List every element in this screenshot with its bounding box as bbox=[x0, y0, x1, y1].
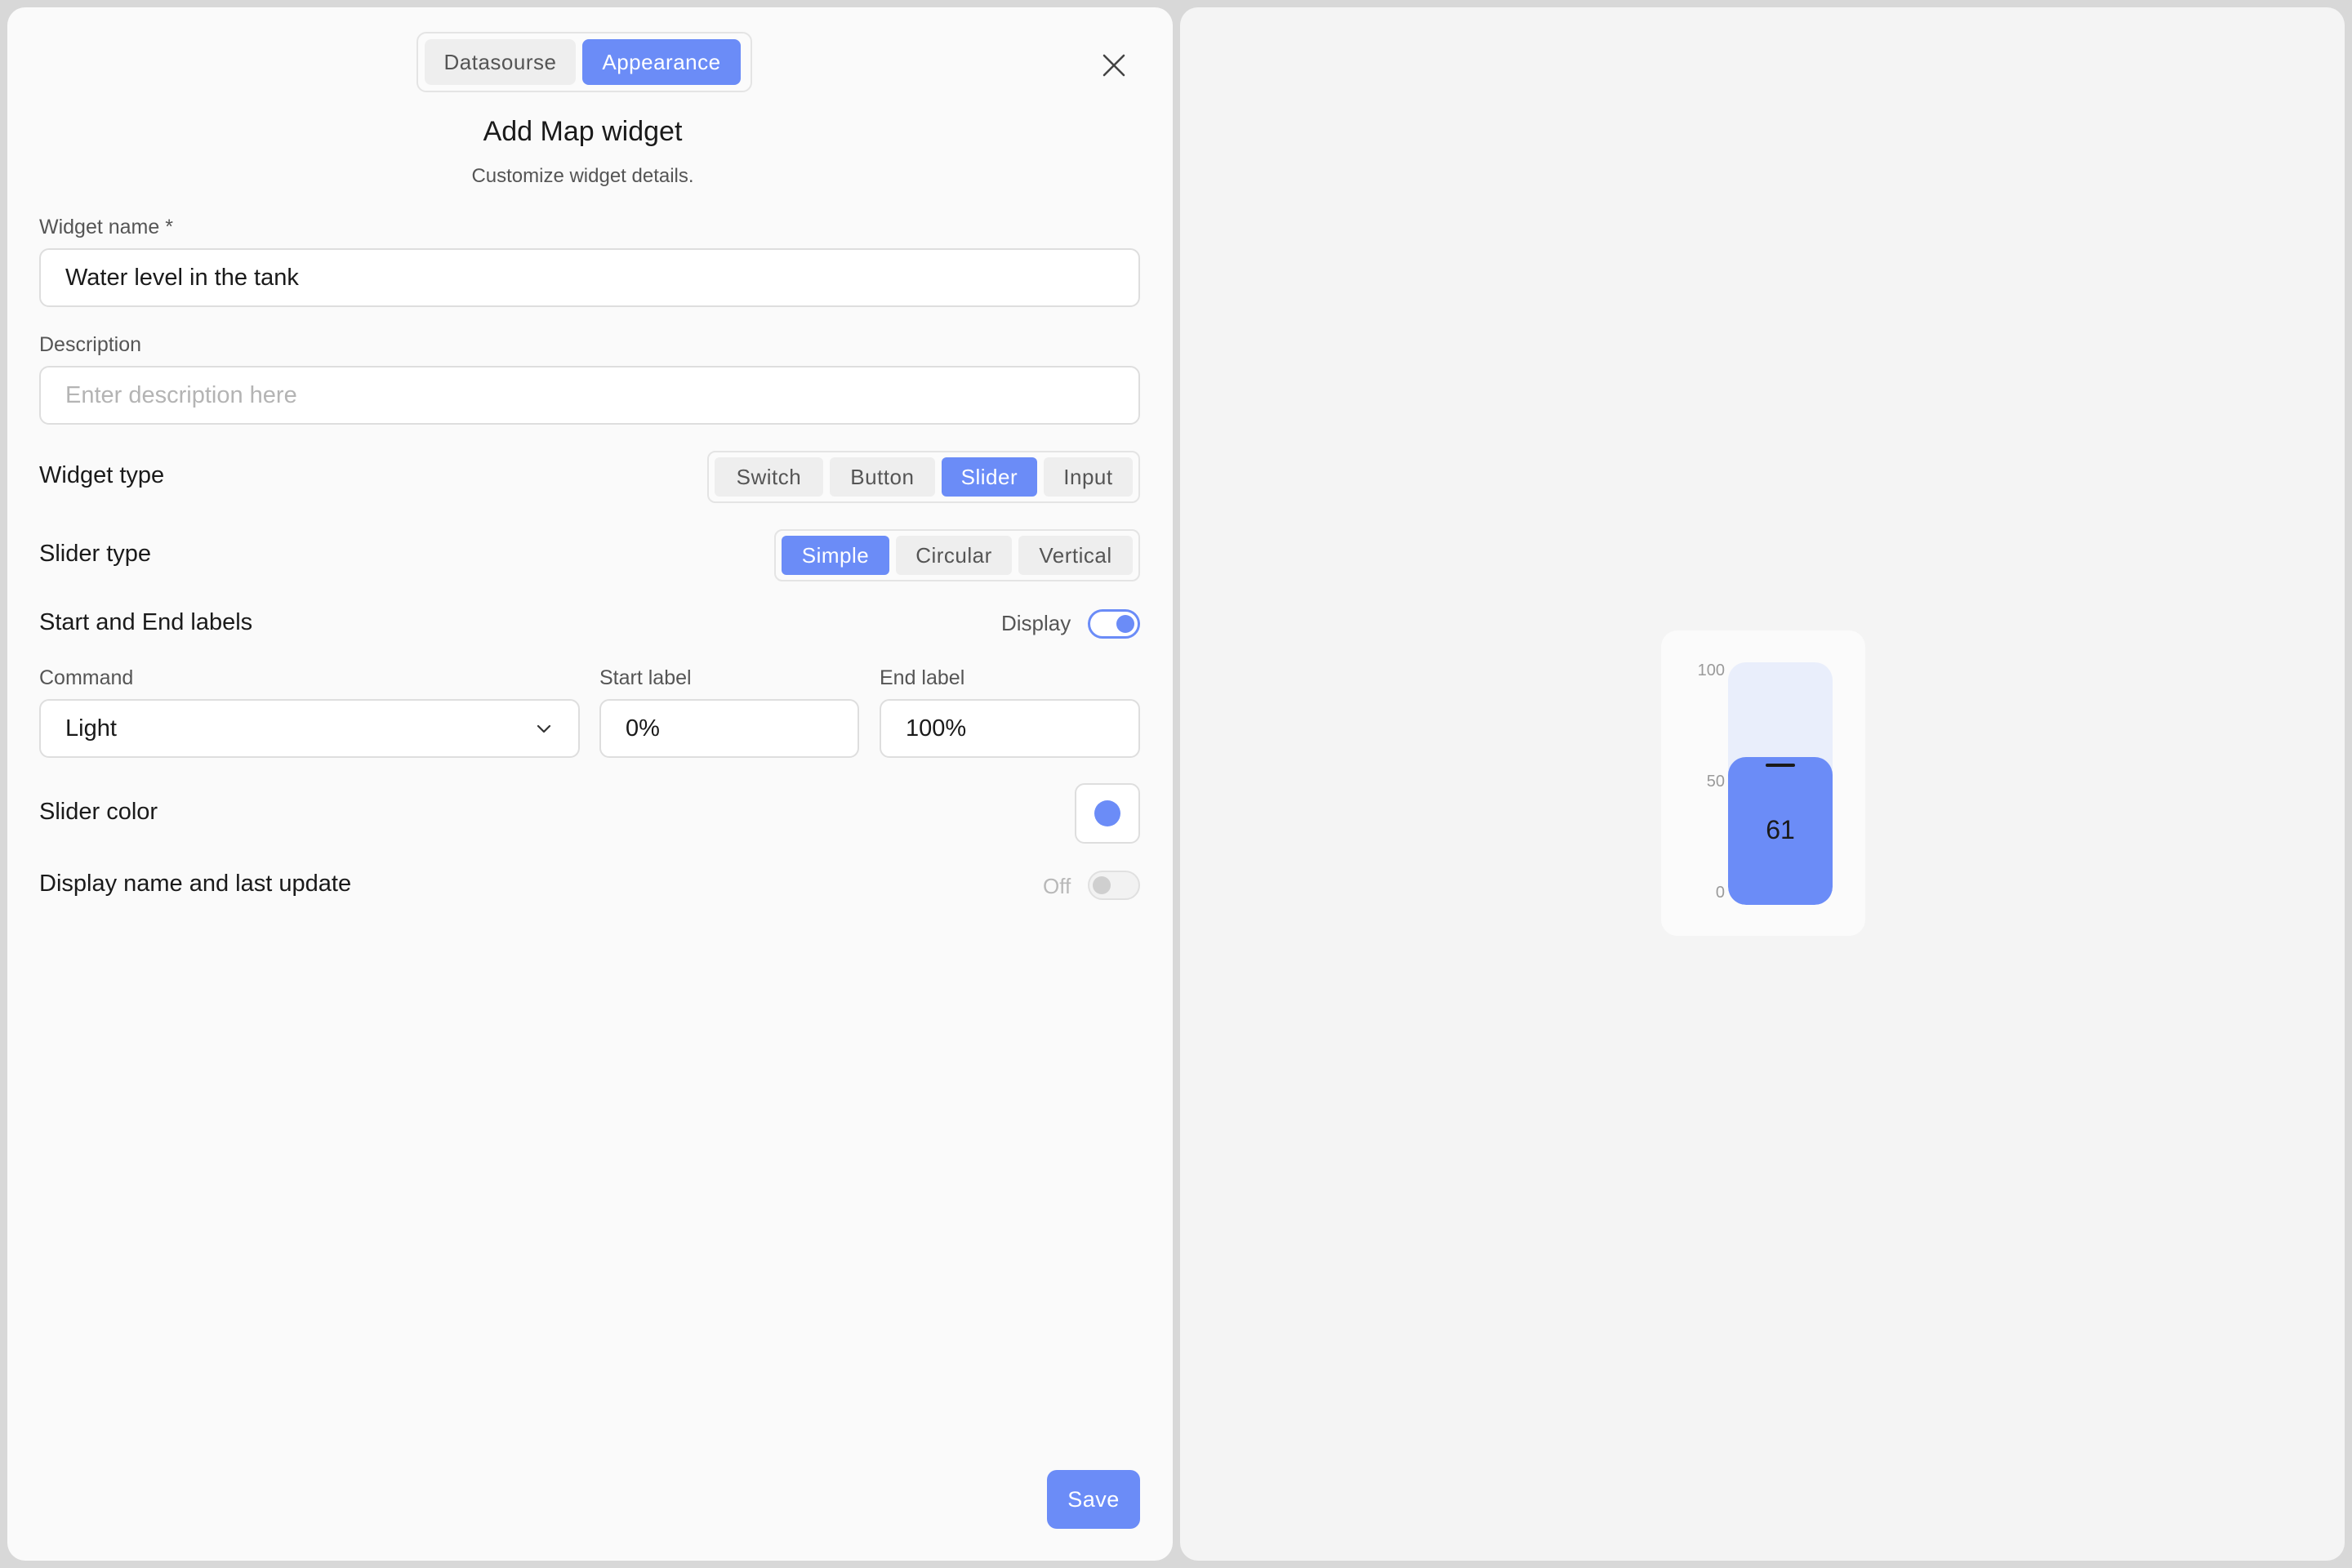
toggle-knob bbox=[1116, 615, 1134, 633]
tab-datasource[interactable]: Datasourse bbox=[425, 39, 576, 85]
start-label-label: Start label bbox=[599, 666, 692, 689]
widget-type-label: Widget type bbox=[39, 462, 165, 488]
slider-type-simple[interactable]: Simple bbox=[782, 536, 889, 575]
color-swatch bbox=[1094, 800, 1120, 826]
widget-type-slider[interactable]: Slider bbox=[941, 457, 1037, 497]
widget-type-switch[interactable]: Switch bbox=[715, 457, 823, 497]
close-icon bbox=[1102, 54, 1125, 77]
save-button[interactable]: Save bbox=[1047, 1470, 1140, 1529]
slider-value: 61 bbox=[1766, 814, 1795, 844]
display-name-toggle-label: Off bbox=[1043, 874, 1071, 898]
command-selected-value: Light bbox=[65, 715, 117, 742]
end-label-label: End label bbox=[880, 666, 965, 689]
dialog-title: Add Map widget bbox=[483, 116, 683, 147]
widget-name-label: Widget name * bbox=[39, 216, 173, 238]
vertical-slider-track[interactable]: 61 bbox=[1728, 662, 1833, 905]
start-end-labels-toggle[interactable] bbox=[1088, 609, 1140, 639]
toggle-knob bbox=[1093, 876, 1111, 894]
slider-tick-mid: 50 bbox=[1706, 773, 1725, 791]
command-select[interactable]: Light bbox=[39, 699, 580, 758]
display-name-toggle[interactable] bbox=[1088, 871, 1140, 900]
slider-tick-min: 0 bbox=[1715, 884, 1725, 902]
display-toggle-label: Display bbox=[1001, 611, 1071, 635]
start-label-input[interactable]: 0% bbox=[599, 699, 859, 758]
widget-config-panel bbox=[7, 7, 1173, 1561]
close-button[interactable] bbox=[1098, 49, 1130, 82]
slider-type-selector: Simple Circular Vertical bbox=[774, 529, 1140, 581]
slider-handle[interactable] bbox=[1766, 764, 1795, 767]
chevron-down-icon bbox=[537, 724, 551, 733]
description-label: Description bbox=[39, 333, 142, 356]
slider-tick-max: 100 bbox=[1697, 662, 1725, 679]
widget-type-input[interactable]: Input bbox=[1043, 457, 1133, 497]
widget-type-button[interactable]: Button bbox=[829, 457, 935, 497]
start-end-labels-label: Start and End labels bbox=[39, 609, 253, 635]
slider-type-circular[interactable]: Circular bbox=[896, 536, 1012, 575]
tab-switcher: Datasourse Appearance bbox=[416, 32, 752, 92]
slider-color-picker[interactable] bbox=[1075, 783, 1140, 844]
slider-type-label: Slider type bbox=[39, 541, 152, 567]
slider-color-label: Slider color bbox=[39, 799, 158, 825]
display-name-label: Display name and last update bbox=[39, 871, 352, 897]
tab-appearance[interactable]: Appearance bbox=[582, 39, 741, 85]
command-label: Command bbox=[39, 666, 134, 689]
end-label-input[interactable]: 100% bbox=[880, 699, 1140, 758]
widget-name-input[interactable]: Water level in the tank bbox=[39, 248, 1140, 307]
dialog-subtitle: Customize widget details. bbox=[471, 165, 694, 187]
description-input[interactable]: Enter description here bbox=[39, 366, 1140, 425]
slider-type-vertical[interactable]: Vertical bbox=[1018, 536, 1133, 575]
widget-type-selector: Switch Button Slider Input bbox=[707, 451, 1140, 503]
